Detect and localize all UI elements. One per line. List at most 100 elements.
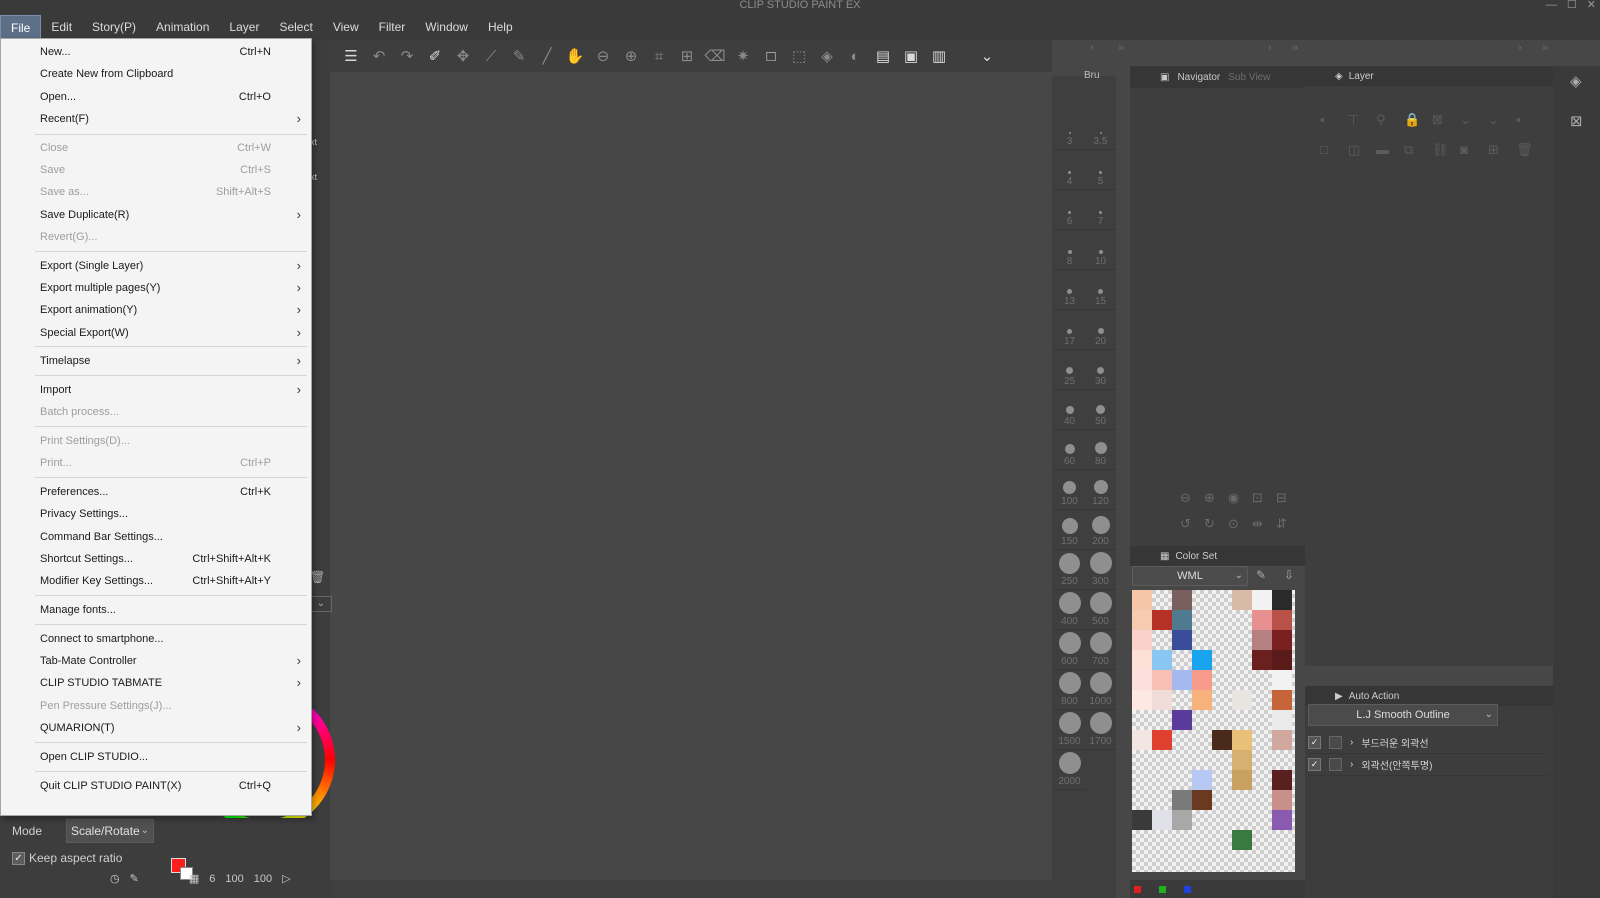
pen-icon[interactable]: ✐: [424, 45, 446, 67]
empty-swatch[interactable]: [1252, 710, 1272, 730]
brush-size-preset[interactable]: 200: [1085, 510, 1116, 550]
layer-tool-icon[interactable]: ⊤: [1348, 112, 1376, 128]
expand-double-icon[interactable]: »: [1118, 42, 1124, 54]
empty-swatch[interactable]: [1212, 790, 1232, 810]
file-menu-item[interactable]: Shortcut Settings... Ctrl+Shift+Alt+K: [1, 550, 311, 571]
color-swatch[interactable]: [1152, 610, 1172, 630]
close-panel-icon[interactable]: ⊠: [1570, 112, 1583, 130]
empty-swatch[interactable]: [1172, 730, 1192, 750]
move-icon[interactable]: ✥: [452, 45, 474, 67]
empty-swatch[interactable]: [1252, 730, 1272, 750]
expand-icon[interactable]: ›: [1090, 42, 1094, 54]
empty-swatch[interactable]: [1152, 830, 1172, 850]
file-menu-item[interactable]: Open... Ctrl+O: [1, 88, 311, 109]
file-menu-item[interactable]: Timelapse ›: [1, 352, 311, 373]
color-swatch[interactable]: [1132, 690, 1152, 710]
new-folder-icon[interactable]: ▬: [1376, 142, 1404, 158]
file-menu-item[interactable]: Open CLIP STUDIO...: [1, 748, 311, 769]
brush-size-preset[interactable]: 800: [1054, 670, 1085, 710]
empty-swatch[interactable]: [1132, 790, 1152, 810]
color-swatch[interactable]: [1172, 630, 1192, 650]
zoom-in-icon[interactable]: ⊕: [1204, 490, 1228, 506]
file-menu-item[interactable]: Manage fonts...: [1, 601, 311, 622]
empty-swatch[interactable]: [1172, 650, 1192, 670]
color-swatch[interactable]: [1272, 610, 1292, 630]
menu-help[interactable]: Help: [478, 15, 523, 39]
color-swatch[interactable]: [1152, 670, 1172, 690]
empty-swatch[interactable]: [1212, 810, 1232, 830]
fit-icon[interactable]: ◉: [1228, 490, 1252, 506]
brush-size-preset[interactable]: 8: [1054, 230, 1085, 270]
layers-icon[interactable]: ◈: [816, 45, 838, 67]
layer-tool-icon[interactable]: ⊠: [1432, 112, 1460, 128]
empty-swatch[interactable]: [1212, 830, 1232, 850]
color-swatch[interactable]: [1232, 590, 1252, 610]
rotate-left-icon[interactable]: ↺: [1180, 516, 1204, 532]
empty-swatch[interactable]: [1232, 810, 1252, 830]
empty-swatch[interactable]: [1192, 730, 1212, 750]
brush-size-preset[interactable]: 15: [1085, 270, 1116, 310]
empty-swatch[interactable]: [1132, 830, 1152, 850]
tab-auto-action[interactable]: Auto Action: [1349, 691, 1400, 702]
color-swatch[interactable]: [1152, 690, 1172, 710]
line-icon[interactable]: ╱: [536, 45, 558, 67]
brush-size-preset[interactable]: 80: [1085, 430, 1116, 470]
empty-swatch[interactable]: [1212, 850, 1232, 870]
empty-swatch[interactable]: [1132, 710, 1152, 730]
file-menu-item[interactable]: CLIP STUDIO TABMATE ›: [1, 674, 311, 695]
chevron-right-icon[interactable]: ›: [1350, 737, 1353, 748]
color-swatch[interactable]: [1252, 650, 1272, 670]
tab-navigator[interactable]: Navigator: [1177, 72, 1220, 83]
file-menu-item[interactable]: Export (Single Layer) ›: [1, 257, 311, 278]
fit-window-icon[interactable]: ⊡: [1252, 490, 1276, 506]
empty-swatch[interactable]: [1192, 710, 1212, 730]
file-menu-item[interactable]: Special Export(W) ›: [1, 324, 311, 345]
empty-swatch[interactable]: [1212, 590, 1232, 610]
zoom-in-icon[interactable]: ⊕: [620, 45, 642, 67]
empty-swatch[interactable]: [1252, 770, 1272, 790]
menu-select[interactable]: Select: [269, 15, 322, 39]
brush-icon[interactable]: ✎: [508, 45, 530, 67]
maximize-button[interactable]: ☐: [1567, 0, 1577, 11]
color-swatch[interactable]: [1252, 590, 1272, 610]
color-swatch[interactable]: [1132, 650, 1152, 670]
color-swatch[interactable]: [1192, 670, 1212, 690]
file-menu-item[interactable]: Import ›: [1, 381, 311, 402]
empty-swatch[interactable]: [1252, 670, 1272, 690]
empty-swatch[interactable]: [1212, 770, 1232, 790]
empty-swatch[interactable]: [1152, 790, 1172, 810]
file-menu-item[interactable]: Recent(F) ›: [1, 110, 311, 131]
brush-size-preset[interactable]: 600: [1054, 630, 1085, 670]
expand-double-icon[interactable]: »: [1542, 42, 1548, 54]
empty-swatch[interactable]: [1252, 790, 1272, 810]
file-menu-item[interactable]: Modifier Key Settings... Ctrl+Shift+Alt+Y: [1, 572, 311, 593]
color-swatch[interactable]: [1192, 770, 1212, 790]
color-swatch[interactable]: [1272, 590, 1292, 610]
layers-icon[interactable]: ◈: [1570, 72, 1582, 90]
color-swatch[interactable]: [1172, 790, 1192, 810]
color-swatch[interactable]: [1192, 650, 1212, 670]
layer-tool-icon[interactable]: ▪: [1320, 112, 1348, 128]
color-swatch[interactable]: [1252, 610, 1272, 630]
tab-brush-size[interactable]: Bru: [1084, 70, 1130, 86]
empty-swatch[interactable]: [1252, 750, 1272, 770]
empty-swatch[interactable]: [1212, 630, 1232, 650]
brush-size-preset[interactable]: 500: [1085, 590, 1116, 630]
empty-swatch[interactable]: [1132, 770, 1152, 790]
menu-filter[interactable]: Filter: [369, 15, 416, 39]
empty-swatch[interactable]: [1212, 610, 1232, 630]
crop-icon[interactable]: ⌗: [648, 45, 670, 67]
folder-icon[interactable]: ▤: [872, 45, 894, 67]
empty-swatch[interactable]: [1232, 610, 1252, 630]
empty-swatch[interactable]: [1152, 590, 1172, 610]
lock-icon[interactable]: 🔒: [1404, 112, 1432, 128]
trash-icon[interactable]: 🗑: [310, 570, 325, 584]
transform-icon[interactable]: ⊞: [676, 45, 698, 67]
brush-size-preset[interactable]: 30: [1085, 350, 1116, 390]
color-swatch[interactable]: [1192, 690, 1212, 710]
eyedropper-icon[interactable]: ✎: [130, 872, 139, 885]
brush-size-preset[interactable]: 50: [1085, 390, 1116, 430]
color-swatch[interactable]: [1132, 590, 1152, 610]
brush-size-preset[interactable]: 20: [1085, 310, 1116, 350]
color-swatch[interactable]: [1272, 650, 1292, 670]
